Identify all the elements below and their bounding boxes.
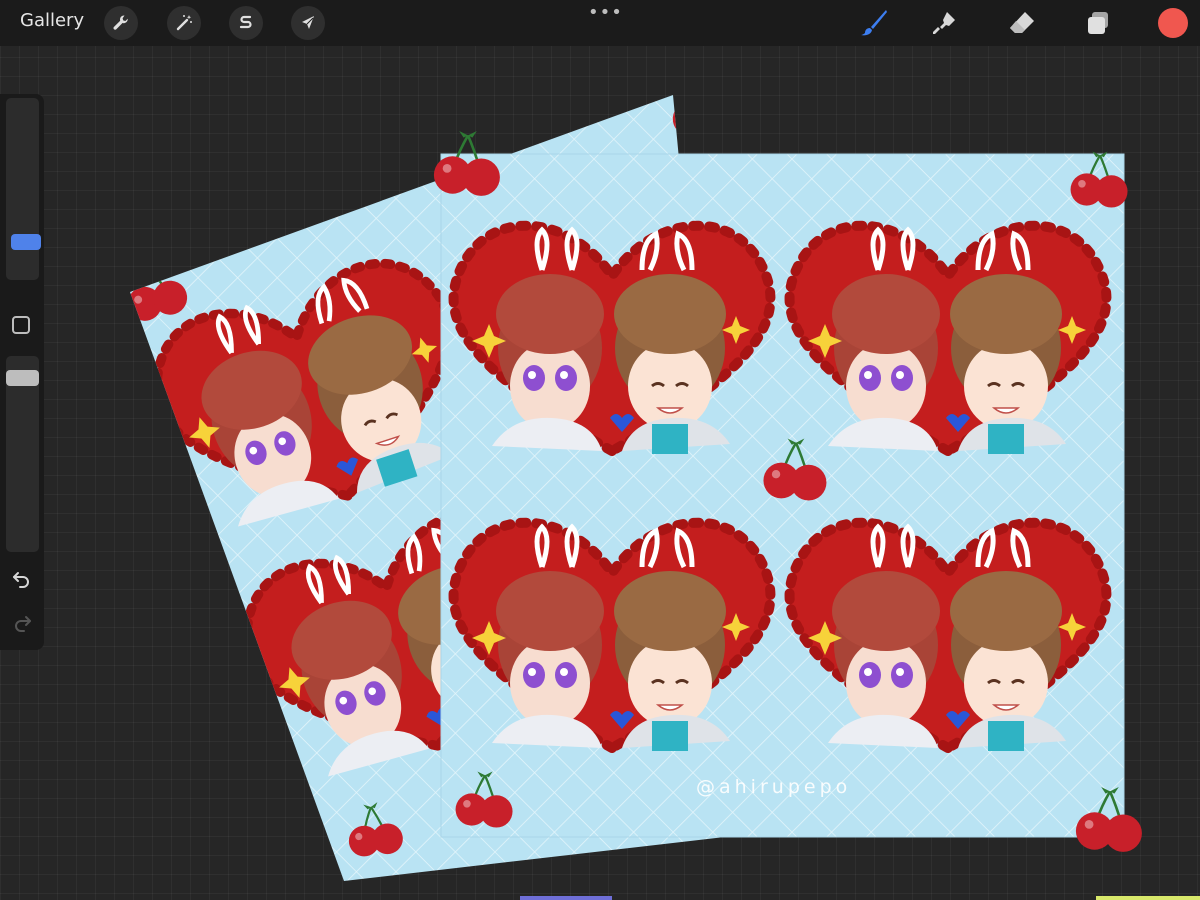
redo-icon[interactable] xyxy=(11,612,33,634)
front-canvas-page xyxy=(432,129,1144,854)
bottom-accent-left xyxy=(520,896,612,900)
selection-button[interactable] xyxy=(229,6,263,40)
artist-watermark: @ahirupepo xyxy=(696,776,852,798)
left-sidebar xyxy=(0,94,44,650)
layers-button[interactable] xyxy=(1081,6,1115,40)
selection-s-icon xyxy=(239,15,252,29)
gallery-button[interactable]: Gallery xyxy=(20,10,84,31)
magic-wand-icon xyxy=(176,15,192,31)
smudge-tool-button[interactable] xyxy=(927,6,961,40)
color-picker-button[interactable] xyxy=(1158,8,1188,38)
brush-size-slider[interactable] xyxy=(6,98,41,280)
actions-button[interactable] xyxy=(104,6,138,40)
transform-button[interactable] xyxy=(291,6,325,40)
brush-size-handle[interactable] xyxy=(11,234,41,250)
back-canvas-page xyxy=(130,95,742,881)
opacity-slider[interactable] xyxy=(6,356,39,552)
square-icon[interactable] xyxy=(12,316,30,334)
layers-icon xyxy=(1088,12,1108,34)
brush-icon xyxy=(861,10,887,36)
artwork-canvas xyxy=(130,95,1144,881)
more-options-dots[interactable]: ••• xyxy=(588,2,623,23)
adjustments-button[interactable] xyxy=(167,6,201,40)
bottom-accent-right xyxy=(1096,896,1200,900)
smudge-icon xyxy=(933,12,955,34)
eraser-tool-button[interactable] xyxy=(1005,6,1039,40)
brush-tool-button[interactable] xyxy=(857,6,891,40)
eraser-icon xyxy=(1010,12,1034,33)
top-toolbar: Gallery ••• xyxy=(0,0,1200,46)
wrench-icon xyxy=(113,15,128,30)
undo-icon[interactable] xyxy=(11,568,33,590)
transform-arrow-icon xyxy=(302,16,314,29)
opacity-handle[interactable] xyxy=(6,370,39,386)
